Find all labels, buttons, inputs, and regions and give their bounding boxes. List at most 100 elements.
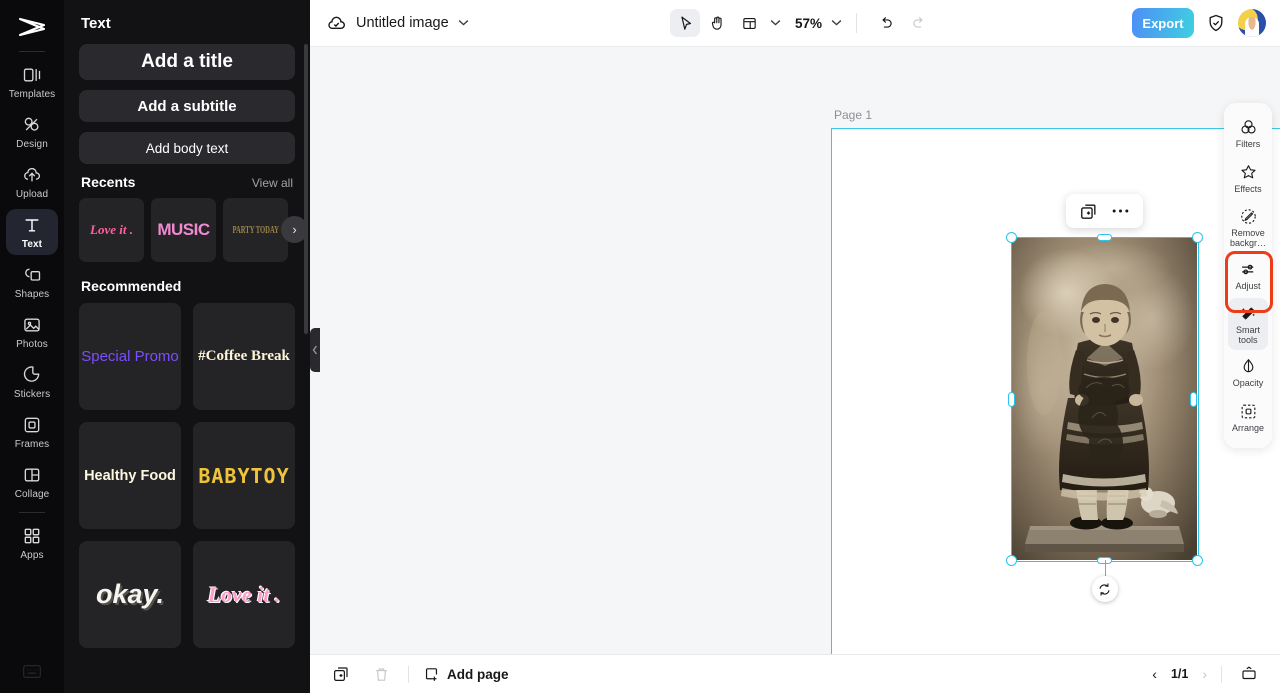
tool-smart-tools[interactable]: Smart tools (1228, 298, 1268, 350)
template-label: Special Promo (81, 348, 179, 365)
sidebar-item-photos[interactable]: Photos (6, 309, 58, 355)
tool-label: Arrange (1231, 423, 1265, 433)
remove-background-icon (1240, 208, 1256, 224)
recents-heading: Recents (81, 174, 136, 190)
sidebar-item-label: Stickers (13, 389, 51, 400)
resize-handle-top[interactable] (1097, 234, 1112, 241)
app-root: Templates Design Upload Text Shapes Phot… (0, 0, 1280, 693)
add-title-button[interactable]: Add a title (79, 44, 295, 80)
recent-text-item[interactable]: Love it . (79, 198, 144, 262)
sidebar-item-stickers[interactable]: Stickers (6, 359, 58, 405)
delete-page-button[interactable] (368, 661, 394, 687)
redo-button[interactable] (903, 9, 933, 37)
tool-label: Filters (1235, 139, 1261, 149)
sidebar-item-apps[interactable]: Apps (6, 520, 58, 566)
cursor-arrow-icon (680, 16, 691, 30)
keyboard-shortcut-button[interactable] (0, 664, 64, 679)
layout-chevron-down-icon[interactable] (770, 17, 781, 29)
design-icon (21, 114, 43, 136)
present-icon (1242, 666, 1256, 680)
zoom-chevron-down-icon[interactable] (831, 17, 842, 29)
panel-collapse-handle[interactable] (310, 328, 320, 372)
next-page-button[interactable]: › (1202, 666, 1207, 682)
filters-circles-icon (1240, 120, 1256, 134)
sidebar-item-frames[interactable]: Frames (6, 409, 58, 455)
template-label: okay. (95, 579, 165, 609)
tool-arrange[interactable]: Arrange (1228, 395, 1268, 440)
rotate-handle[interactable] (1091, 576, 1118, 602)
resize-handle-top-right[interactable] (1192, 232, 1203, 243)
layout-panel-icon (742, 17, 756, 29)
add-subtitle-button[interactable]: Add a subtitle (79, 90, 295, 122)
main-area: Untitled image 57% Export Page 1 Filters… (310, 0, 1280, 693)
recommended-heading: Recommended (81, 278, 182, 294)
prev-page-button[interactable]: ‹ (1152, 666, 1157, 682)
select-tool-button[interactable] (670, 9, 700, 37)
opacity-drop-icon (1243, 358, 1253, 373)
recent-text-item[interactable]: PARTY TODAY (223, 198, 288, 262)
add-body-text-button[interactable]: Add body text (79, 132, 295, 164)
resize-handle-top-left[interactable] (1006, 232, 1017, 243)
sidebar-item-label: Shapes (14, 289, 50, 300)
template-card[interactable]: Healthy Food (79, 422, 181, 529)
sidebar-item-text[interactable]: Text (6, 209, 58, 255)
panel-scrollbar[interactable] (304, 44, 308, 334)
template-card[interactable]: Love it . (193, 541, 295, 648)
sidebar-item-label: Text (21, 239, 43, 250)
undo-arrow-icon (881, 16, 892, 28)
export-button[interactable]: Export (1132, 8, 1194, 38)
selected-image-object[interactable] (1006, 232, 1203, 602)
shield-check-icon[interactable] (1206, 13, 1226, 33)
resize-handle-left[interactable] (1008, 391, 1015, 407)
present-button[interactable] (1236, 661, 1262, 687)
redo-arrow-icon (912, 16, 923, 28)
canvas-area[interactable]: Page 1 Filters Effects Remove backgr… Ad… (310, 47, 1280, 654)
avatar[interactable] (1238, 9, 1266, 37)
right-tools-panel: Filters Effects Remove backgr… Adjust Sm… (1224, 103, 1272, 448)
cloud-sync-icon[interactable] (324, 11, 348, 35)
add-page-button[interactable]: Add page (423, 666, 509, 683)
frames-icon (21, 414, 43, 436)
recents-view-all-link[interactable]: View all (252, 176, 293, 190)
sidebar-item-collage[interactable]: Collage (6, 459, 58, 505)
resize-handle-right[interactable] (1190, 391, 1197, 407)
sidebar-item-design[interactable]: Design (6, 109, 58, 155)
recent-item-label: PARTY TODAY (232, 224, 279, 236)
recent-text-item[interactable]: MUSIC (151, 198, 216, 262)
undo-button[interactable] (871, 9, 901, 37)
template-card[interactable]: okay. (79, 541, 181, 648)
sidebar-item-shapes[interactable]: Shapes (6, 259, 58, 305)
stickers-icon (21, 364, 43, 386)
vintage-photo-graphic (1012, 238, 1197, 560)
sidebar-item-upload[interactable]: Upload (6, 159, 58, 205)
document-title-chevron-down-icon[interactable] (458, 17, 469, 29)
template-card[interactable]: BABYTOY (193, 422, 295, 529)
tool-effects[interactable]: Effects (1228, 156, 1268, 201)
template-card[interactable]: Special Promo (79, 303, 181, 410)
recents-next-arrow-button[interactable]: › (281, 216, 308, 243)
tool-remove-background[interactable]: Remove backgr… (1228, 201, 1268, 253)
rotate-stem (1104, 560, 1106, 576)
recent-item-label: MUSIC (157, 220, 210, 239)
tool-opacity[interactable]: Opacity (1228, 350, 1268, 395)
shapes-icon (21, 264, 43, 286)
resize-handle-bottom-left[interactable] (1006, 555, 1017, 566)
sidebar-item-templates[interactable]: Templates (6, 59, 58, 105)
vintage-photo[interactable] (1012, 238, 1197, 560)
sidebar-item-label: Frames (14, 439, 50, 450)
layout-tool-button[interactable] (734, 9, 764, 37)
duplicate-page-button[interactable] (328, 661, 354, 687)
resize-handle-bottom-right[interactable] (1192, 555, 1203, 566)
add-page-icon (425, 667, 438, 681)
document-title[interactable]: Untitled image (356, 15, 449, 31)
template-card[interactable]: #Coffee Break (193, 303, 295, 410)
hand-tool-button[interactable] (702, 9, 732, 37)
zoom-level-value[interactable]: 57% (795, 16, 822, 31)
recent-item-label: Love it . (90, 222, 133, 237)
pager-divider (1221, 665, 1222, 683)
tool-adjust[interactable]: Adjust (1228, 253, 1268, 298)
tool-filters[interactable]: Filters (1228, 111, 1268, 156)
app-logo-icon[interactable] (12, 10, 52, 44)
duplicate-layer-icon[interactable] (1076, 199, 1100, 223)
more-options-icon[interactable] (1109, 199, 1133, 223)
